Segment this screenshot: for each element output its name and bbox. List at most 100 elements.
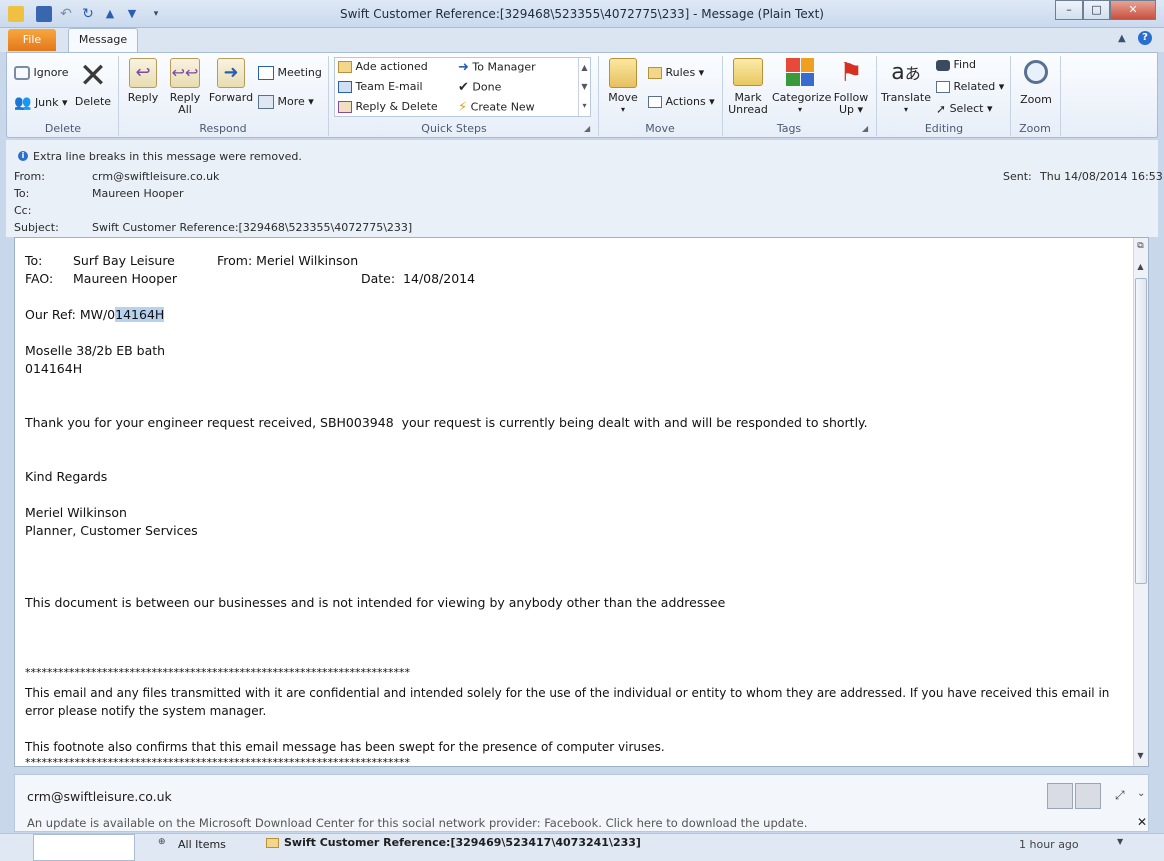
maximize-button[interactable]: □ bbox=[1083, 0, 1110, 20]
junk-button[interactable]: 👥 Junk ▾ bbox=[14, 95, 68, 111]
selected-text: 14164H bbox=[115, 307, 165, 322]
group-label-editing: Editing bbox=[924, 122, 964, 135]
select-button[interactable]: ➚ Select ▾ bbox=[936, 102, 993, 116]
page-icon[interactable]: ⧉ bbox=[1134, 241, 1147, 255]
categorize-button[interactable]: Categorize ▾ bbox=[772, 58, 831, 116]
quick-step-done[interactable]: ✔ Done bbox=[458, 80, 501, 95]
to-value[interactable]: Maureen Hooper bbox=[92, 187, 184, 200]
more-respond-button[interactable]: More ▾ bbox=[258, 95, 314, 109]
body-date: Date: 14/08/2014 bbox=[361, 271, 476, 286]
dialog-launcher-icon[interactable]: ◢ bbox=[862, 124, 868, 133]
ignore-icon bbox=[14, 66, 30, 80]
quick-step-create-new[interactable]: ⚡ Create New bbox=[458, 100, 535, 115]
binoculars-icon bbox=[936, 59, 950, 71]
tab-message[interactable]: Message bbox=[68, 28, 138, 53]
list-item-subject[interactable]: Swift Customer Reference:[329469\523417\… bbox=[284, 836, 641, 849]
reply-all-icon: ↩↩ bbox=[170, 58, 200, 88]
group-label-zoom: Zoom bbox=[1019, 122, 1051, 135]
related-button[interactable]: Related ▾ bbox=[936, 80, 1004, 93]
delete-button[interactable]: ✕ Delete bbox=[74, 58, 112, 108]
rules-icon bbox=[648, 67, 662, 79]
scroll-thumb[interactable] bbox=[1135, 278, 1147, 584]
cursor-icon: ➚ bbox=[936, 102, 947, 116]
reply-all-button[interactable]: ↩↩ Reply All bbox=[166, 58, 204, 116]
group-label-delete: Delete bbox=[44, 122, 82, 135]
body-confidential-1: This email and any files transmitted wit… bbox=[25, 686, 1110, 700]
ignore-button[interactable]: Ignore bbox=[14, 66, 68, 80]
group-separator bbox=[1010, 56, 1011, 136]
contact-photo-icon[interactable] bbox=[1075, 783, 1101, 809]
junk-icon: 👥 bbox=[14, 95, 32, 111]
magnifier-icon bbox=[1024, 60, 1048, 84]
chevron-down-icon[interactable]: ▼ bbox=[1117, 837, 1123, 846]
delete-x-icon: ✕ bbox=[78, 56, 108, 96]
update-notice[interactable]: An update is available on the Microsoft … bbox=[27, 816, 807, 830]
forward-button[interactable]: ➜ Forward bbox=[208, 58, 254, 104]
scroll-up-icon[interactable]: ▲ bbox=[1134, 262, 1147, 274]
from-label: From: bbox=[14, 170, 45, 183]
body-fao-label: FAO: bbox=[25, 271, 54, 286]
bottom-field[interactable] bbox=[33, 834, 135, 861]
scroll-down-icon[interactable]: ▼ bbox=[1134, 751, 1147, 763]
ribbon-tab-strip bbox=[0, 28, 1164, 52]
dropdown-icon[interactable]: ⊕ bbox=[158, 837, 166, 847]
folder-move-icon bbox=[609, 58, 637, 88]
group-label-move: Move bbox=[645, 122, 675, 135]
body-stars-bottom: ****************************************… bbox=[25, 756, 410, 766]
window-title: Swift Customer Reference:[329468\523355\… bbox=[339, 7, 824, 21]
reply-button[interactable]: ↩ Reply bbox=[126, 58, 160, 104]
group-label-respond: Respond bbox=[199, 122, 247, 135]
forward-arrow-icon: ➜ bbox=[458, 60, 469, 75]
quick-step-ade-actioned[interactable]: Ade actioned bbox=[338, 60, 428, 73]
tab-file[interactable]: File bbox=[8, 29, 56, 51]
actions-button[interactable]: Actions ▾ bbox=[648, 95, 715, 108]
all-items-label[interactable]: All Items bbox=[178, 838, 226, 851]
body-thanks: Thank you for your engineer request rece… bbox=[25, 415, 868, 430]
meeting-button[interactable]: Meeting bbox=[258, 66, 322, 80]
body-fao-value: Maureen Hooper bbox=[73, 271, 177, 286]
info-bar[interactable]: Extra line breaks in this message were r… bbox=[33, 150, 302, 163]
find-button[interactable]: Find bbox=[936, 58, 976, 71]
group-separator bbox=[1060, 56, 1061, 136]
contact-photo-icon[interactable] bbox=[1047, 783, 1073, 809]
help-icon[interactable]: ? bbox=[1138, 31, 1152, 45]
checkmark-icon: ✔ bbox=[458, 80, 469, 95]
mark-unread-button[interactable]: Mark Unread bbox=[726, 58, 770, 116]
sent-label: Sent: bbox=[1003, 170, 1032, 183]
zoom-button[interactable]: Zoom bbox=[1016, 58, 1056, 106]
sent-value: Thu 14/08/2014 16:53 bbox=[1040, 170, 1163, 183]
cc-label: Cc: bbox=[14, 204, 32, 217]
quick-step-reply-delete[interactable]: Reply & Delete bbox=[338, 100, 438, 113]
minimize-button[interactable]: – bbox=[1055, 0, 1083, 20]
body-model-code: 014164H bbox=[25, 361, 83, 376]
dialog-launcher-icon[interactable]: ◢ bbox=[584, 124, 590, 133]
translate-icon: aあ bbox=[891, 60, 921, 85]
minimize-ribbon-icon[interactable]: ▲ bbox=[1118, 33, 1126, 44]
group-separator bbox=[876, 56, 877, 136]
rules-button[interactable]: Rules ▾ bbox=[648, 66, 704, 79]
from-value[interactable]: crm@swiftleisure.co.uk bbox=[92, 170, 219, 183]
mail-move-icon bbox=[338, 61, 352, 73]
subject-label: Subject: bbox=[14, 221, 59, 234]
envelope-icon bbox=[733, 58, 763, 86]
translate-button[interactable]: aあ Translate ▾ bbox=[880, 58, 932, 116]
body-notice: This document is between our businesses … bbox=[25, 595, 726, 610]
expand-icon[interactable]: ⤢ bbox=[1115, 788, 1125, 803]
close-button[interactable]: ✕ bbox=[1110, 0, 1156, 20]
chevron-down-icon[interactable]: ⌄ bbox=[1137, 788, 1145, 799]
quick-step-to-manager[interactable]: ➜ To Manager bbox=[458, 60, 536, 75]
calendar-icon bbox=[258, 66, 274, 80]
quick-step-team-email[interactable]: Team E-mail bbox=[338, 80, 423, 93]
body-to-value: Surf Bay Leisure bbox=[73, 253, 175, 268]
dismiss-icon[interactable]: ✕ bbox=[1137, 815, 1147, 829]
group-separator bbox=[598, 56, 599, 136]
move-button[interactable]: Move ▾ bbox=[604, 58, 642, 116]
body-stars-clip: ****************************************… bbox=[15, 756, 1133, 766]
follow-up-button[interactable]: ⚑ Follow Up ▾ bbox=[830, 58, 872, 116]
group-separator bbox=[328, 56, 329, 136]
group-separator bbox=[118, 56, 119, 136]
quick-steps-scroll[interactable]: ▲ ▼ ▾ bbox=[578, 58, 590, 116]
people-pane-sender[interactable]: crm@swiftleisure.co.uk bbox=[27, 789, 172, 804]
actions-icon bbox=[648, 96, 662, 108]
categorize-icon bbox=[786, 58, 814, 86]
